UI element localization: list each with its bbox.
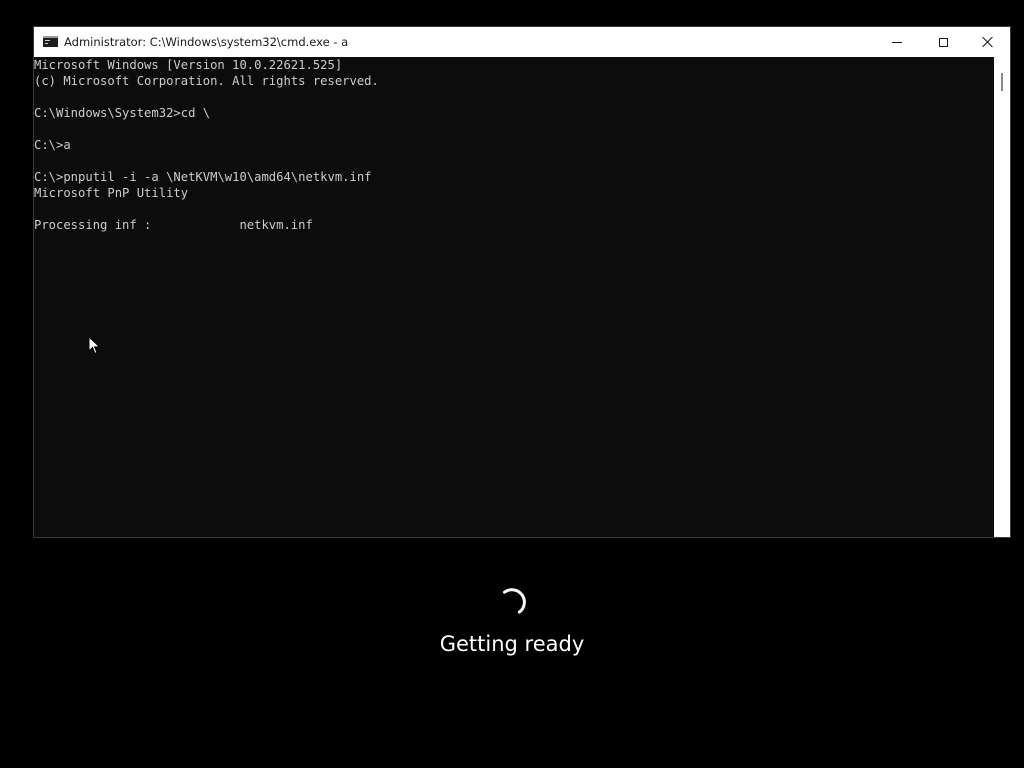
console-lines: Microsoft Windows [Version 10.0.22621.52…: [34, 57, 994, 233]
scrollbar-thumb[interactable]: [1001, 73, 1003, 91]
close-icon: [982, 36, 994, 48]
console-output[interactable]: Microsoft Windows [Version 10.0.22621.52…: [34, 57, 994, 537]
minimize-button[interactable]: [874, 27, 920, 57]
cmd-icon[interactable]: [43, 36, 58, 47]
console-line: C:\>pnputil -i -a \NetKVM\w10\amd64\netk…: [34, 170, 372, 184]
console-line: Microsoft Windows [Version 10.0.22621.52…: [34, 58, 343, 72]
cmd-window[interactable]: Administrator: C:\Windows\system32\cmd.e…: [33, 26, 1011, 538]
title-bar[interactable]: Administrator: C:\Windows\system32\cmd.e…: [34, 27, 1010, 57]
window-title: Administrator: C:\Windows\system32\cmd.e…: [64, 35, 349, 49]
vertical-scrollbar[interactable]: [994, 57, 1010, 537]
maximize-button[interactable]: [920, 27, 966, 57]
console-line: C:\Windows\System32>cd \: [34, 106, 211, 120]
console-line: C:\>a: [34, 138, 71, 152]
console-line: Microsoft PnP Utility: [34, 186, 189, 200]
mouse-cursor-icon: [88, 336, 101, 355]
setup-status-text: Getting ready: [439, 632, 585, 656]
close-button[interactable]: [965, 27, 1011, 57]
loading-spinner-icon: [503, 588, 526, 614]
maximize-icon: [938, 37, 948, 47]
screen: Administrator: C:\Windows\system32\cmd.e…: [0, 0, 1024, 768]
minimize-icon: [892, 41, 902, 43]
console-line: (c) Microsoft Corporation. All rights re…: [34, 74, 379, 88]
console-line: Processing inf : netkvm.inf: [34, 218, 313, 232]
